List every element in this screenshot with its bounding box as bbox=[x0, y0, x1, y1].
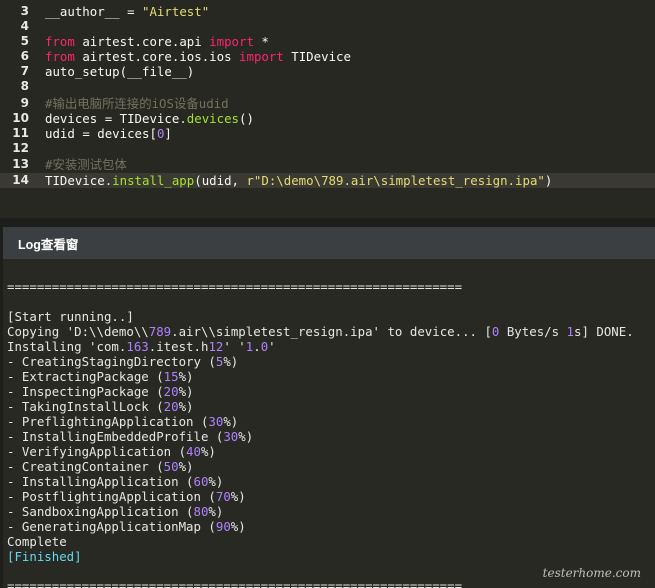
pane-splitter[interactable] bbox=[0, 218, 655, 227]
code-line-4[interactable]: 4 bbox=[0, 19, 655, 34]
log-line: Copying 'D:\\demo\\789.air\\simpletest_r… bbox=[7, 324, 634, 339]
watermark: testerhome.com bbox=[542, 566, 641, 580]
log-line: - GeneratingApplicationMap (90%) bbox=[7, 519, 246, 534]
code-line-5[interactable]: 5 from airtest.core.api import * bbox=[0, 34, 655, 49]
line-number: 7 bbox=[20, 64, 29, 78]
code-line-7[interactable]: 7 auto_setup(__file__) bbox=[0, 64, 655, 79]
code-text: #安装测试包体 bbox=[45, 157, 127, 172]
line-number: 4 bbox=[20, 19, 29, 33]
log-line: - TakingInstallLock (20%) bbox=[7, 399, 194, 414]
code-line-6[interactable]: 6 from airtest.core.ios.ios import TIDevi… bbox=[0, 49, 655, 64]
code-text: from airtest.core.api import * bbox=[45, 34, 269, 49]
code-text: udid = devices[0] bbox=[45, 126, 172, 141]
line-number: 5 bbox=[20, 34, 29, 48]
code-line-8[interactable]: 8 bbox=[0, 79, 655, 94]
log-line: - InstallingApplication (60%) bbox=[7, 474, 224, 489]
code-line-10[interactable]: 10 devices = TIDevice.devices() bbox=[0, 111, 655, 126]
code-editor[interactable]: 3 __author__ = "Airtest" 4 5 from airtest.co… bbox=[0, 0, 655, 218]
line-number: 9 bbox=[20, 96, 29, 110]
code-text: devices = TIDevice.devices() bbox=[45, 111, 254, 126]
log-line: Complete bbox=[7, 534, 67, 549]
log-line: - PreflightingApplication (30%) bbox=[7, 414, 239, 429]
log-separator-bottom: ========================================… bbox=[7, 578, 463, 588]
log-line: - SandboxingApplication (80%) bbox=[7, 504, 224, 519]
log-panel-header: Log查看窗 bbox=[3, 227, 655, 259]
log-output[interactable]: ========================================… bbox=[3, 259, 655, 588]
log-separator-top: ========================================… bbox=[7, 279, 463, 294]
code-line-9[interactable]: 9 #输出电脑所连接的iOS设备udid bbox=[0, 96, 655, 111]
code-line-3[interactable]: 3 __author__ = "Airtest" bbox=[0, 4, 655, 19]
log-line: [Finished] bbox=[7, 549, 82, 564]
line-number: 12 bbox=[12, 141, 29, 155]
line-number: 13 bbox=[12, 157, 29, 171]
log-line: - ExtractingPackage (15%) bbox=[7, 369, 194, 384]
log-line: - CreatingStagingDirectory (5%) bbox=[7, 354, 239, 369]
code-line-12[interactable]: 12 bbox=[0, 141, 655, 156]
code-text: __author__ = "Airtest" bbox=[45, 4, 210, 19]
log-line: - InstallingEmbeddedProfile (30%) bbox=[7, 429, 254, 444]
code-text: #输出电脑所连接的iOS设备udid bbox=[45, 96, 229, 111]
log-line: [Start running..] bbox=[7, 309, 134, 324]
log-line: - VerifyingApplication (40%) bbox=[7, 444, 216, 459]
line-number: 11 bbox=[12, 126, 29, 140]
code-text: from airtest.core.ios.ios import TIDevic… bbox=[45, 49, 351, 64]
line-number: 10 bbox=[12, 111, 29, 125]
code-line-14[interactable]: 14 TIDevice.install_app(udid, r"D:\demo\7… bbox=[0, 173, 655, 188]
log-line: Installing 'com.163.itest.h12' '1.0' bbox=[7, 339, 276, 354]
line-number: 14 bbox=[12, 173, 29, 187]
log-panel-title: Log查看窗 bbox=[18, 237, 79, 252]
log-line: - PostflightingApplication (70%) bbox=[7, 489, 246, 504]
code-text: TIDevice.install_app(udid, r"D:\demo\789… bbox=[45, 173, 553, 188]
code-text: auto_setup(__file__) bbox=[45, 64, 195, 79]
line-number: 6 bbox=[20, 49, 29, 63]
log-line: - InspectingPackage (20%) bbox=[7, 384, 194, 399]
code-line-11[interactable]: 11 udid = devices[0] bbox=[0, 126, 655, 141]
line-number: 3 bbox=[20, 4, 29, 18]
log-line: - CreatingContainer (50%) bbox=[7, 459, 194, 474]
line-number: 8 bbox=[20, 79, 29, 93]
code-line-13[interactable]: 13 #安装测试包体 bbox=[0, 157, 655, 172]
